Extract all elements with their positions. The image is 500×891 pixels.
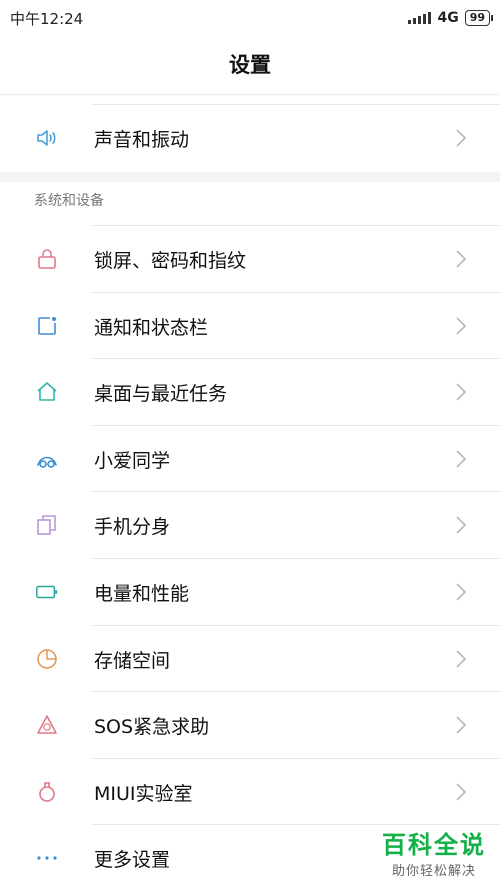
settings-item-sos[interactable]: SOS紧急求助 xyxy=(0,692,500,758)
settings-item-label: MIUI实验室 xyxy=(94,782,193,805)
settings-item-home[interactable]: 桌面与最近任务 xyxy=(0,359,500,425)
status-bar: 中午12:24 4G 99 xyxy=(0,0,500,36)
status-right: 4G 99 xyxy=(408,10,494,26)
battery-indicator: 99 xyxy=(464,10,494,26)
settings-item-label: 存储空间 xyxy=(94,649,171,672)
signal-icon xyxy=(408,12,432,24)
chevron-right-icon xyxy=(452,583,470,601)
chevron-right-icon xyxy=(452,129,470,147)
battery-level: 99 xyxy=(469,11,485,24)
settings-item-second-space[interactable]: 手机分身 xyxy=(0,492,500,558)
section-title: 系统和设备 xyxy=(34,193,104,209)
chevron-right-icon xyxy=(452,650,470,668)
notification-icon xyxy=(35,314,59,338)
chevron-right-icon xyxy=(452,383,470,401)
settings-item-sound[interactable]: 声音和振动 xyxy=(0,105,500,171)
chevron-right-icon xyxy=(452,783,470,801)
speaker-icon xyxy=(35,126,59,150)
home-icon xyxy=(35,380,59,404)
chevron-right-icon xyxy=(452,317,470,335)
settings-item-xiaoai[interactable]: 小爱同学 xyxy=(0,426,500,492)
status-time: 中午12:24 xyxy=(10,9,84,28)
settings-item-label: 桌面与最近任务 xyxy=(94,382,228,405)
lock-icon xyxy=(35,247,59,271)
settings-item-lab[interactable]: MIUI实验室 xyxy=(0,759,500,825)
storage-icon xyxy=(35,647,59,671)
settings-item-label: SOS紧急求助 xyxy=(94,715,210,738)
chevron-right-icon xyxy=(452,516,470,534)
network-type: 4G xyxy=(437,10,459,26)
watermark-subtitle: 助你轻松解决 xyxy=(391,864,476,879)
settings-item-storage[interactable]: 存储空间 xyxy=(0,626,500,692)
settings-item-label: 锁屏、密码和指纹 xyxy=(94,249,247,272)
section-gap xyxy=(0,172,500,182)
sos-icon xyxy=(35,713,59,737)
more-dots-icon xyxy=(35,846,59,870)
chevron-right-icon xyxy=(452,250,470,268)
lab-flask-icon xyxy=(35,780,59,804)
watermark: 百科全说 助你轻松解决 xyxy=(382,825,486,879)
chevron-right-icon xyxy=(452,716,470,734)
settings-item-label: 手机分身 xyxy=(94,515,171,538)
settings-item-label: 声音和振动 xyxy=(94,128,190,151)
chevron-right-icon xyxy=(452,450,470,468)
settings-item-battery[interactable]: 电量和性能 xyxy=(0,559,500,625)
xiaoai-icon xyxy=(35,447,59,471)
settings-item-notifications[interactable]: 通知和状态栏 xyxy=(0,293,500,359)
battery-icon xyxy=(35,580,59,604)
settings-item-label: 小爱同学 xyxy=(94,449,171,472)
settings-item-label: 更多设置 xyxy=(94,848,171,871)
settings-item-label: 通知和状态栏 xyxy=(94,316,209,339)
watermark-title: 百科全说 xyxy=(382,831,486,859)
settings-item-label: 电量和性能 xyxy=(94,582,190,605)
second-space-icon xyxy=(35,513,59,537)
settings-item-lock[interactable]: 锁屏、密码和指纹 xyxy=(0,226,500,292)
page-title: 设置 xyxy=(0,36,500,95)
